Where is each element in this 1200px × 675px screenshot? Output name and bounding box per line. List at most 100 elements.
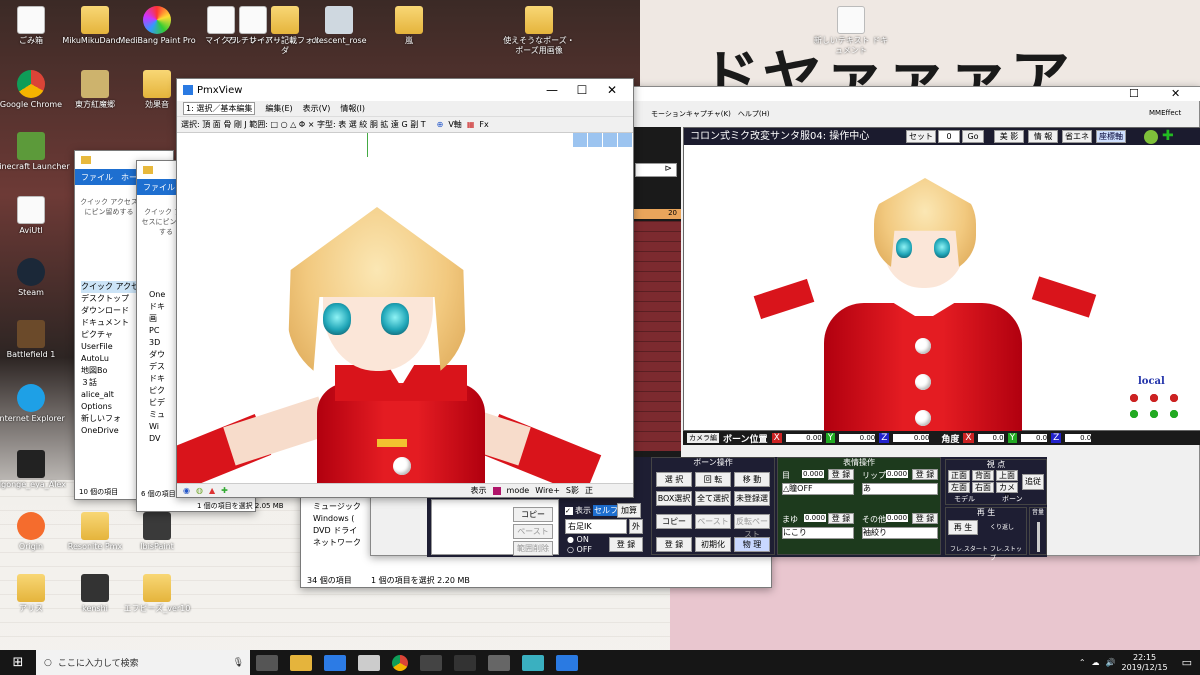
mmd-menu-mmeffect[interactable]: MMEffect [1149,109,1181,117]
tab-file[interactable]: ファイル [143,182,175,193]
desktop-icon-ibispaint[interactable]: IbisPaint [118,512,196,552]
shadow-button[interactable]: S影 [566,485,579,496]
model-paste-button[interactable]: ペースト [513,524,553,539]
bone-select-button[interactable]: 選 択 [656,472,692,487]
axis-button[interactable]: 座標軸 [1096,130,1126,143]
bone-paste-button[interactable]: ペースト [695,514,731,529]
desktop-icon-minecraft[interactable]: Minecraft Launcher [0,132,70,172]
frame-input[interactable]: 0 [938,130,960,143]
bone-rotate-button[interactable]: 回 転 [695,472,731,487]
view-right-button[interactable]: 右面 [972,482,994,493]
desktop-icon-arashi[interactable]: 嵐 [370,6,448,46]
pmxview-titlebar[interactable]: PmxView — ☐ ✕ [177,79,633,101]
toolbar-items[interactable]: 選択: 頂 面 骨 剛 J 範囲: □ ○ △ Φ × 字型: 表 選 絞 胴 … [181,119,426,130]
pmxview-window[interactable]: PmxView — ☐ ✕ 1: 選択／基本編集 編集(E) 表示(V) 情報(… [176,78,634,498]
task-view-icon[interactable] [256,654,278,671]
eyebrow-value[interactable]: 0.000 [804,514,827,522]
network-icon[interactable]: ☁ [1092,658,1100,667]
timeline-grid[interactable] [633,221,681,451]
mmd-close-icon[interactable]: ✕ [1171,87,1180,100]
pos-z[interactable]: 0.00 [893,434,930,442]
pin-quick-access[interactable]: クイック アクセスにピン留めする [79,197,139,217]
rot-x[interactable]: 0.0 [977,434,1004,442]
other-morph-select[interactable]: 袖絞り [862,527,938,539]
bone-icon[interactable]: ✚ [221,486,228,495]
mode-select[interactable]: 1: 選択／基本編集 [183,102,256,115]
model-check[interactable]: モデル [954,494,975,504]
beauty-button[interactable]: 美 影 [994,130,1024,143]
store-icon[interactable] [324,654,346,671]
follow-button[interactable]: 追従 [1022,474,1044,490]
maximize-icon[interactable]: ☐ [567,83,597,97]
wire-button[interactable]: Wire+ [535,486,560,495]
taskbar-search[interactable]: ○ ここに入力して検索 🎙 [36,650,250,675]
eye-morph-select[interactable]: △瞳OFF [782,483,854,495]
mail-icon[interactable] [358,654,380,671]
eyebrow-register-button[interactable]: 登 録 [828,513,854,524]
pmxview-canvas[interactable] [177,133,633,485]
sidebar-item[interactable]: DVD ドライ [313,525,375,537]
menu-edit[interactable]: 編集(E) [265,103,292,114]
desktop-icon-fps[interactable]: エフピーズ_ver10 [118,574,196,614]
frame-start-check[interactable]: フレ.スタート [950,544,988,553]
grid-icon[interactable]: ▦ [467,120,475,129]
desktop-icon-dgonge[interactable]: dgonge_eya_Alex [0,450,70,490]
desktop-icon-steam[interactable]: Steam [0,258,70,298]
set-button[interactable]: セット [906,130,936,143]
lip-value[interactable]: 0.000 [886,470,909,478]
volume-slider[interactable] [1037,522,1040,552]
mode-label[interactable]: mode [507,486,530,495]
mmd-viewport[interactable]: コロン式ミク改変サンタ服04: 操作中心 セット 0 Go 美 影 情 報 省エ… [683,127,1200,433]
move-gizmo-icon[interactable] [588,133,602,147]
add-button[interactable]: 加算 [617,503,641,518]
physics-button[interactable]: 物 理 [734,537,770,552]
texture-icon[interactable]: ◍ [196,486,203,495]
pmxview-toolbar[interactable]: 選択: 頂 面 骨 剛 J 範囲: □ ○ △ Φ × 字型: 表 選 絞 胴 … [177,117,633,133]
init-button[interactable]: 初期化 [695,537,731,552]
bone-move-button[interactable]: 移 動 [734,472,770,487]
pmxview-icon[interactable] [556,654,578,671]
sidebar-item[interactable]: Windows ( [313,513,375,525]
table-button[interactable]: 表示 [471,485,487,496]
bone-register-button[interactable]: 登 録 [656,537,692,552]
menu-info[interactable]: 情報(I) [340,103,365,114]
chrome-icon[interactable] [392,654,408,671]
off-radio[interactable]: ○ OFF [567,545,592,554]
volume-icon[interactable]: 🔊 [1106,658,1116,667]
mmd-icon[interactable] [522,654,544,671]
render-icon[interactable]: ◉ [183,486,190,495]
app-icon[interactable] [488,654,510,671]
sidebar-item[interactable]: ミュージック [313,501,375,513]
on-radio[interactable]: ● ON [567,535,589,544]
view-front-button[interactable]: 正面 [948,470,970,481]
pos-x[interactable]: 0.00 [785,434,822,442]
mmd-menubar[interactable]: モーションキャプチャ(K) ヘルプ(H) [651,109,770,119]
play-button[interactable]: 再 生 [948,520,978,535]
translate-gizmo-icon[interactable] [1124,408,1184,420]
file-explorer-icon[interactable] [290,654,312,671]
other-value[interactable]: 0.000 [886,514,909,522]
view-left-button[interactable]: 左面 [948,482,970,493]
close-icon[interactable]: ✕ [597,83,627,97]
view-top-button[interactable]: 上面 [996,470,1018,481]
fx-label[interactable]: Fx [479,120,488,129]
pos-y[interactable]: 0.00 [839,434,876,442]
v-axis-label[interactable]: V軸 [448,119,461,130]
timeline-scroll[interactable]: ⊳ [635,163,677,177]
sidebar-item[interactable]: ネットワーク [313,537,375,549]
zoom-gizmo-icon[interactable] [603,133,617,147]
other-register-button[interactable]: 登 録 [912,513,938,524]
color-swatch[interactable] [492,486,501,495]
box-select-button[interactable]: BOX選択 [656,491,692,506]
eyebrow-morph-select[interactable]: にこり [782,527,854,539]
info-button[interactable]: 情 報 [1028,130,1058,143]
model-copy-button[interactable]: コピー [513,507,553,522]
microphone-icon[interactable]: 🎙 [233,658,244,668]
rotate-gizmo-icon[interactable] [618,133,632,147]
select-all-button[interactable]: 全て選択 [695,491,731,506]
timeline-panel[interactable]: ⊳ 20 [633,127,681,457]
outer-button[interactable]: 外 [629,519,643,534]
tray-up-icon[interactable]: ⌃ [1079,658,1086,667]
desktop-icon-ie[interactable]: Internet Explorer [0,384,70,424]
v-axis-icon[interactable]: ⊕ [437,120,444,129]
